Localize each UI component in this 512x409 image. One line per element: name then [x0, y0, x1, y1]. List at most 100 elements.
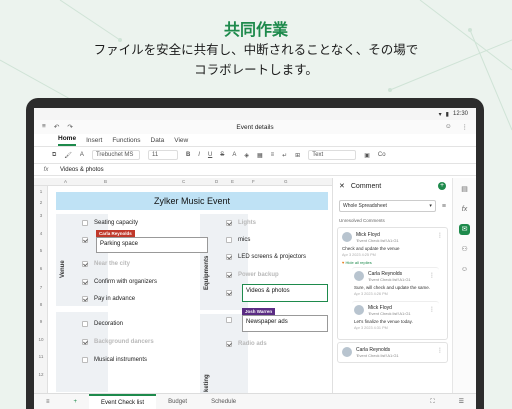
checklist-item[interactable] [226, 317, 232, 323]
font-color-icon[interactable]: A [232, 152, 236, 158]
checklist-item[interactable] [226, 290, 232, 296]
number-format-select[interactable]: Text [308, 150, 357, 160]
row-header[interactable]: 6 [34, 266, 48, 271]
hide-replies-link[interactable]: ♥ Hide all replies [342, 260, 443, 265]
comment-reply[interactable]: ⋮ Mick Floyd 'Event Check list'!A1:G1 Le… [352, 301, 439, 333]
users-icon[interactable]: ☺ [459, 264, 470, 275]
wrap-icon[interactable]: ↵ [282, 152, 287, 159]
more-options-icon[interactable]: ⋮ [462, 123, 469, 131]
text-color-icon[interactable]: A [80, 152, 84, 158]
fill-color-icon[interactable]: ◈ [244, 152, 249, 159]
checkbox[interactable] [82, 237, 88, 243]
row-header[interactable]: 2 [34, 200, 48, 205]
sheet-tab-schedule[interactable]: Schedule [199, 394, 248, 409]
underline-icon[interactable]: U [208, 152, 212, 158]
checkbox[interactable] [82, 321, 88, 327]
paint-format-icon[interactable]: 🖌 [64, 152, 72, 159]
sheet-tab-budget[interactable]: Budget [156, 394, 199, 409]
tab-home[interactable]: Home [58, 135, 77, 146]
checklist-item[interactable]: Pay in advance [82, 296, 135, 302]
fullscreen-icon[interactable]: ⛶ [418, 394, 446, 409]
font-family-select[interactable]: Trebuchet MS [91, 150, 140, 160]
checklist-item[interactable]: Confirm with organizers [82, 279, 157, 285]
checkbox[interactable] [82, 261, 88, 267]
add-sheet-icon[interactable]: + [62, 394, 90, 409]
row-header[interactable]: 5 [34, 248, 48, 253]
undo-icon[interactable]: ↶ [54, 123, 59, 131]
checklist-item[interactable]: Near the city [82, 261, 130, 267]
column-header[interactable]: F [252, 179, 255, 184]
checkbox[interactable] [226, 317, 232, 323]
bold-icon[interactable]: B [186, 152, 190, 158]
checkbox[interactable] [82, 220, 88, 226]
checkbox[interactable] [82, 357, 88, 363]
checklist-item[interactable] [82, 237, 88, 243]
spreadsheet-grid[interactable]: A B C D E F G 1 2 3 4 5 6 7 8 9 10 11 12… [34, 178, 332, 393]
borders-icon[interactable]: ▦ [257, 152, 263, 159]
checklist-item[interactable]: Radio ads [226, 341, 267, 347]
active-cell-josh[interactable]: Newspaper ads [242, 315, 328, 332]
checklist-item[interactable]: Background dancers [82, 339, 154, 345]
row-header[interactable]: 4 [34, 231, 48, 236]
column-header[interactable]: D [215, 179, 218, 184]
column-header[interactable]: G [284, 179, 288, 184]
heart-icon[interactable]: ♥ [342, 260, 344, 265]
comment-scope-dropdown[interactable]: Whole Spreadsheet ▾ [339, 200, 436, 212]
formula-input[interactable]: Videos & photos [58, 167, 104, 173]
checkbox[interactable] [226, 254, 232, 260]
column-header[interactable]: E [231, 179, 234, 184]
row-header[interactable]: 10 [34, 337, 48, 342]
sheet-list-icon[interactable]: ≡ [34, 394, 62, 409]
checkbox[interactable] [226, 220, 232, 226]
checkbox[interactable] [226, 290, 232, 296]
comment-thread[interactable]: ⋮ Carla Reynolds 'Event Check list'!A1:G… [337, 342, 448, 363]
merge-icon[interactable]: ⊞ [295, 152, 300, 159]
tab-insert[interactable]: Insert [86, 137, 102, 146]
font-size-select[interactable]: 11 [147, 150, 178, 160]
column-header[interactable]: A [64, 179, 67, 184]
checklist-item[interactable]: mics [226, 237, 250, 243]
tab-view[interactable]: View [174, 137, 188, 146]
column-header[interactable]: B [104, 179, 107, 184]
more-options-icon[interactable]: ⋮ [429, 272, 435, 279]
tab-functions[interactable]: Functions [112, 137, 140, 146]
checkbox[interactable] [82, 279, 88, 285]
checklist-item[interactable]: Lights [226, 220, 256, 226]
functions-icon[interactable]: fx [459, 204, 470, 215]
checklist-item[interactable]: Power backup [226, 272, 279, 278]
checkbox[interactable] [226, 341, 232, 347]
filter-icon[interactable]: ≡ [442, 203, 446, 210]
checklist-item[interactable]: Seating capacity [82, 220, 138, 226]
row-header[interactable]: 1 [34, 189, 48, 194]
row-header[interactable]: 11 [34, 354, 48, 359]
checkbox[interactable] [226, 272, 232, 278]
active-cell-carla[interactable]: Parking space [96, 237, 208, 253]
row-header[interactable]: 8 [34, 302, 48, 307]
close-icon[interactable]: ✕ [339, 182, 345, 190]
collaborators-icon[interactable]: ⚇ [459, 244, 470, 255]
comment-thread[interactable]: ⋮ Mick Floyd 'Event Check list'!A1:G1 Ch… [337, 227, 448, 340]
cell-info-icon[interactable]: ▤ [459, 184, 470, 195]
checklist-item[interactable]: Musical instruments [82, 357, 147, 363]
selected-cell[interactable]: Videos & photos [242, 284, 328, 302]
sheet-options-icon[interactable]: ☰ [447, 394, 476, 409]
comment-reply[interactable]: ⋮ Carla Reynolds 'Event Check list'!A1:G… [352, 267, 439, 299]
checkbox[interactable] [226, 237, 232, 243]
row-header[interactable]: 7 [34, 285, 48, 290]
align-icon[interactable]: ≡ [271, 152, 275, 158]
italic-icon[interactable]: I [198, 152, 200, 158]
row-header[interactable]: 12 [34, 372, 48, 377]
checklist-item[interactable]: LED screens & projectors [226, 254, 306, 260]
row-header[interactable]: 3 [34, 213, 48, 218]
copy-icon[interactable]: ⧉ [52, 152, 56, 159]
redo-icon[interactable]: ↷ [67, 123, 72, 131]
checklist-item[interactable]: Decoration [82, 321, 123, 327]
strikethrough-icon[interactable]: S [220, 152, 224, 158]
sheet-tab-event-check-list[interactable]: Event Check list [89, 393, 157, 409]
checkbox[interactable] [82, 296, 88, 302]
sheet-banner-title[interactable]: Zylker Music Event [56, 192, 328, 210]
tab-data[interactable]: Data [151, 137, 165, 146]
more-options-icon[interactable]: ⋮ [429, 306, 435, 313]
comment-icon[interactable]: ✉ [459, 224, 470, 235]
menu-icon[interactable]: ≡ [42, 123, 46, 131]
